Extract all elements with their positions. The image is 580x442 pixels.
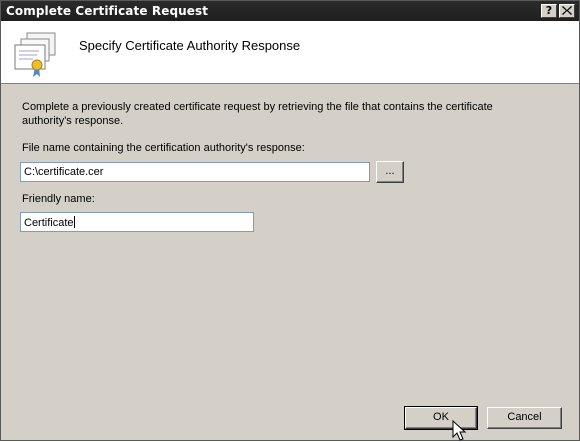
mouse-pointer-icon <box>452 420 467 441</box>
title-bar[interactable]: Complete Certificate Request ? <box>1 1 579 21</box>
friendly-name-value: Certificate <box>24 217 74 229</box>
friendly-name-label: Friendly name: <box>22 193 95 205</box>
close-icon <box>562 6 572 15</box>
window-title: Complete Certificate Request <box>6 4 209 18</box>
dialog-window: Complete Certificate Request ? Specify C… <box>0 0 580 441</box>
file-name-label: File name containing the certification a… <box>22 142 305 154</box>
friendly-name-input[interactable]: Certificate <box>20 212 254 232</box>
text-caret <box>73 216 75 228</box>
wizard-header: Specify Certificate Authority Response <box>1 21 579 84</box>
file-name-input[interactable]: C:\certificate.cer <box>20 162 370 182</box>
file-name-value: C:\certificate.cer <box>24 166 104 178</box>
page-title: Specify Certificate Authority Response <box>79 38 301 53</box>
description-text: Complete a previously created certificat… <box>22 101 493 127</box>
dialog-content: Complete a previously created certificat… <box>1 84 579 440</box>
help-button[interactable]: ? <box>541 4 557 18</box>
certificate-icon <box>14 32 56 77</box>
close-button[interactable] <box>559 4 575 18</box>
browse-button[interactable]: ... <box>376 161 404 183</box>
cancel-button[interactable]: Cancel <box>487 407 562 429</box>
